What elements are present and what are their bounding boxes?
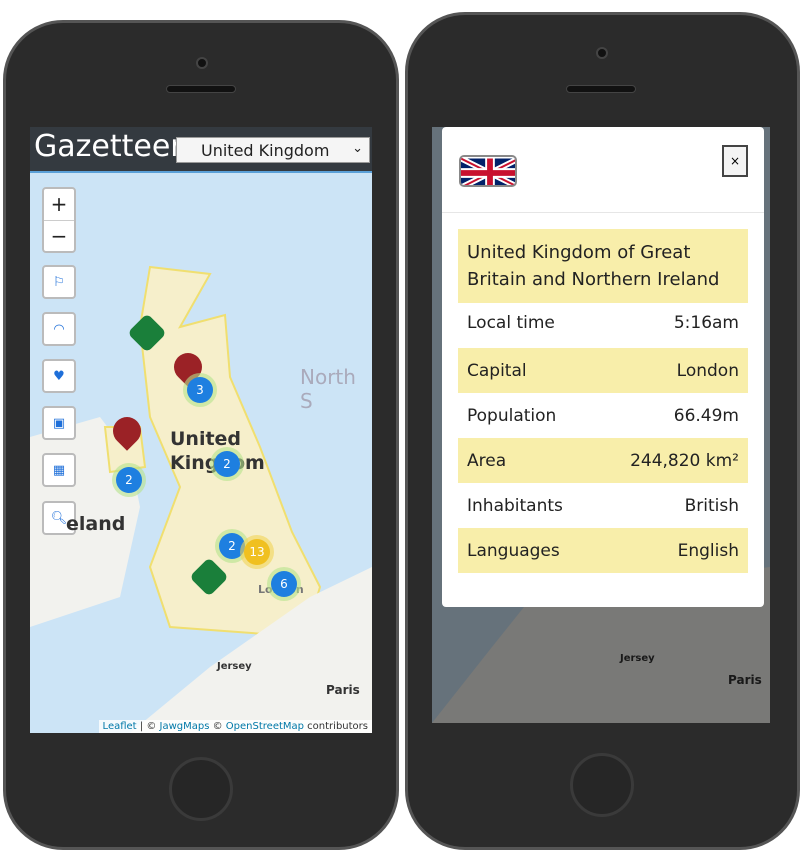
info-row: Area 244,820 km² [458, 438, 748, 483]
info-label: Capital [467, 360, 527, 381]
calendar-button[interactable]: ▦ [42, 453, 76, 487]
zoom-in-button[interactable]: + [44, 189, 74, 220]
info-value: 66.49m [673, 405, 739, 426]
info-value: London [676, 360, 739, 381]
jawg-link[interactable]: JawgMaps [160, 721, 210, 732]
cluster-marker[interactable]: 13 [240, 535, 274, 569]
paris-label: Paris [326, 683, 360, 697]
info-label: Local time [467, 313, 555, 333]
uk-flag [459, 155, 517, 187]
zoom-control: + − [42, 187, 76, 253]
calendar-icon: ▦ [52, 462, 66, 478]
currency-button[interactable]: ▣ [42, 406, 76, 440]
info-label: Population [467, 405, 557, 426]
close-button[interactable]: × [722, 145, 748, 177]
info-row: Inhabitants British [458, 483, 748, 528]
cluster-marker[interactable]: 2 [112, 463, 146, 497]
info-label: Languages [467, 540, 560, 561]
home-button[interactable] [169, 757, 233, 821]
rainbow-icon: ◠ [53, 321, 65, 337]
home-button[interactable] [570, 753, 634, 817]
app-title: Gazetteer [34, 129, 183, 164]
health-button[interactable]: ♥ [42, 359, 76, 393]
country-info-modal: × United Kingdom of Great Britain and No… [442, 127, 764, 607]
cluster-marker[interactable]: 2 [210, 447, 244, 481]
weather-button[interactable]: ◠ [42, 312, 76, 346]
flag-button[interactable]: ⚐ [42, 265, 76, 299]
camera [596, 47, 608, 59]
info-row: Population 66.49m [458, 393, 748, 438]
info-value: 5:16am [673, 313, 739, 333]
map-screen: Gazetteer United Kingdom ⌄ + − ⚐ ◠ ♥ ▣ ▦ … [30, 127, 372, 733]
info-row: Local time 5:16am [458, 303, 748, 348]
money-icon: ▣ [52, 415, 66, 431]
info-value: English [677, 540, 739, 561]
zoom-out-button[interactable]: − [44, 219, 74, 251]
modal-header: × [442, 127, 764, 213]
official-name: United Kingdom of Great Britain and Nort… [458, 229, 748, 303]
ireland-label: eland [66, 513, 126, 535]
modal-screen: Jersey Paris × United Kingdom of Great B… [432, 127, 770, 723]
country-info-table: United Kingdom of Great Britain and Nort… [458, 229, 748, 573]
country-select[interactable]: United Kingdom ⌄ [176, 137, 370, 163]
info-label: Area [467, 450, 507, 471]
jersey-label: Jersey [217, 661, 252, 672]
info-row: Capital London [458, 348, 748, 393]
info-value: British [684, 495, 739, 516]
info-label: Inhabitants [467, 495, 563, 516]
heart-pulse-icon: ♥ [53, 368, 65, 384]
flag-icon: ⚐ [53, 274, 65, 290]
speaker [166, 85, 236, 93]
sea-label: North S [300, 365, 356, 413]
leaflet-link[interactable]: Leaflet [103, 721, 137, 732]
info-row: Languages English [458, 528, 748, 573]
camera [196, 57, 208, 69]
speaker [566, 85, 636, 93]
map-attribution: Leaflet | © JawgMaps © OpenStreetMap con… [98, 720, 372, 733]
chevron-down-icon: ⌄ [352, 141, 363, 156]
navbar: Gazetteer United Kingdom ⌄ [30, 127, 372, 173]
cluster-marker[interactable]: 3 [183, 373, 217, 407]
osm-link[interactable]: OpenStreetMap [226, 721, 304, 732]
info-value: 244,820 km² [630, 450, 739, 471]
country-select-value: United Kingdom [201, 141, 330, 160]
cluster-marker[interactable]: 6 [267, 567, 301, 601]
zoom-out-icon: 🔍︎ [50, 510, 68, 526]
